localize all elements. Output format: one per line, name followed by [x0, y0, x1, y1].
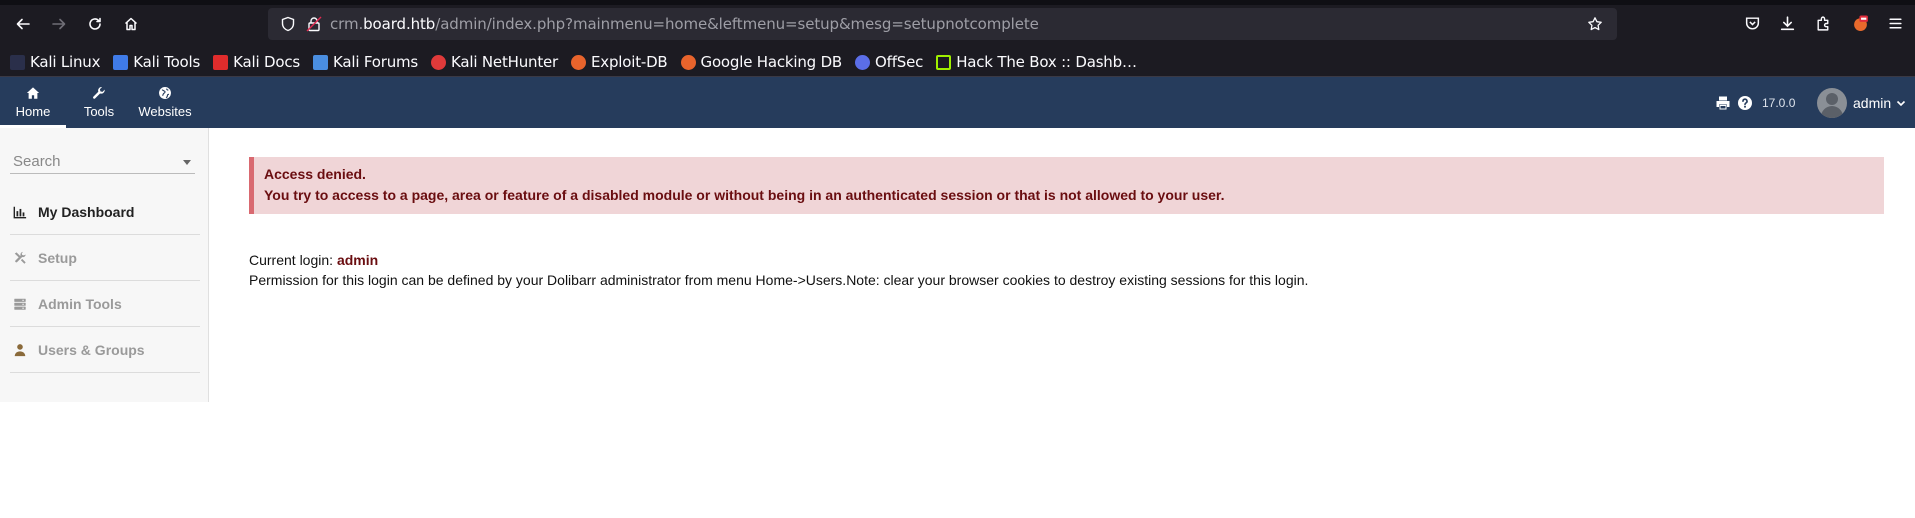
shield-icon[interactable]	[280, 16, 296, 32]
puzzle-icon	[1816, 16, 1828, 31]
arrow-left-icon	[16, 18, 30, 30]
exploit-db-icon	[571, 54, 586, 70]
topmenu-tools[interactable]: Tools	[73, 77, 125, 128]
access-denied-alert: Access denied. You try to access to a pa…	[249, 157, 1884, 214]
extensions-button[interactable]	[1812, 12, 1834, 34]
caret-down-icon	[183, 160, 191, 165]
bookmark-exploit-db[interactable]: Exploit-DB	[571, 53, 668, 71]
fox-icon	[1853, 15, 1868, 31]
leftmenu-my-dashboard[interactable]: My Dashboard	[10, 189, 200, 235]
leftmenu-users-groups[interactable]: Users & Groups	[10, 327, 200, 373]
downloads-button[interactable]	[1776, 12, 1798, 34]
chart-icon	[13, 206, 27, 218]
search-select[interactable]: Search	[10, 152, 195, 174]
server-icon	[14, 298, 26, 310]
hack-the-box-icon	[936, 54, 952, 70]
pocket-button[interactable]	[1741, 12, 1763, 34]
tab-strip	[0, 0, 1915, 5]
lock-icon[interactable]	[306, 16, 322, 32]
hamburger-icon	[1888, 17, 1902, 29]
home-button[interactable]	[119, 12, 143, 36]
current-login-line: Current login: admin	[249, 252, 379, 268]
back-button[interactable]	[11, 12, 35, 36]
kali-nethunter-icon	[431, 54, 447, 70]
topmenu-websites[interactable]: Websites	[134, 77, 196, 128]
app-menu-button[interactable]	[1884, 12, 1906, 34]
reload-icon	[89, 17, 101, 30]
tools-icon	[14, 251, 26, 264]
leftmenu-admin-tools[interactable]: Admin Tools	[10, 281, 200, 327]
printer-icon	[1716, 96, 1730, 109]
error-message: You try to access to a page, area or fea…	[264, 187, 1225, 203]
extension-foxyproxy-button[interactable]	[1849, 12, 1871, 34]
google-hacking-db-icon	[680, 54, 696, 70]
bookmark-google-hacking-db[interactable]: Google Hacking DB	[680, 53, 842, 71]
home-icon	[26, 87, 40, 99]
permission-note: Permission for this login can be defined…	[249, 272, 1309, 288]
bookmarks-toolbar: Kali Linux Kali Tools Kali Docs Kali For…	[0, 48, 1915, 76]
current-login-value: admin	[336, 252, 379, 268]
error-title: Access denied.	[264, 166, 366, 182]
kali-tools-icon	[113, 54, 129, 70]
bookmark-kali-forums[interactable]: Kali Forums	[312, 53, 418, 71]
browser-toolbar: crm.board.htb/admin/index.php?mainmenu=h…	[0, 0, 1915, 48]
help-icon	[1738, 95, 1752, 110]
username: admin	[1853, 94, 1892, 111]
version-label: 17.0.0	[1762, 95, 1796, 110]
dolibarr-top-menu: Home Tools Websites 17.0.0 admin	[0, 77, 1915, 128]
forward-button[interactable]	[47, 12, 71, 36]
bookmark-kali-tools[interactable]: Kali Tools	[113, 53, 200, 71]
bookmark-hack-the-box[interactable]: Hack The Box :: Dashb…	[936, 53, 1137, 71]
offsec-icon	[855, 54, 871, 70]
user-icon	[14, 343, 26, 356]
reload-button[interactable]	[83, 12, 107, 36]
bookmark-kali-linux[interactable]: Kali Linux	[10, 53, 100, 71]
bookmark-star-icon[interactable]	[1587, 16, 1603, 32]
leftmenu-setup[interactable]: Setup	[10, 235, 200, 281]
topmenu-home[interactable]: Home	[0, 77, 66, 128]
arrow-right-icon	[52, 18, 66, 30]
wrench-icon	[93, 87, 105, 99]
url-text[interactable]: crm.board.htb/admin/index.php?mainmenu=h…	[330, 15, 1039, 33]
url-bar[interactable]: crm.board.htb/admin/index.php?mainmenu=h…	[268, 8, 1617, 40]
kali-docs-icon	[213, 54, 229, 70]
bookmark-kali-nethunter[interactable]: Kali NetHunter	[431, 53, 558, 71]
house-icon	[124, 17, 138, 31]
globe-icon	[159, 87, 171, 99]
kali-linux-icon	[10, 54, 25, 70]
download-icon	[1780, 15, 1794, 30]
bookmark-offsec[interactable]: OffSec	[855, 53, 923, 71]
search-placeholder: Search	[13, 153, 61, 170]
bookmark-kali-docs[interactable]: Kali Docs	[213, 53, 300, 71]
user-menu[interactable]: admin	[1817, 77, 1906, 128]
pocket-icon	[1745, 16, 1759, 30]
help-button[interactable]	[1737, 77, 1753, 128]
avatar	[1817, 87, 1847, 118]
print-button[interactable]	[1715, 77, 1731, 128]
left-panel: Search My Dashboard Setup Admin Tools Us…	[0, 128, 209, 402]
kali-forums-icon	[312, 54, 328, 70]
chevron-down-icon	[1897, 100, 1906, 106]
